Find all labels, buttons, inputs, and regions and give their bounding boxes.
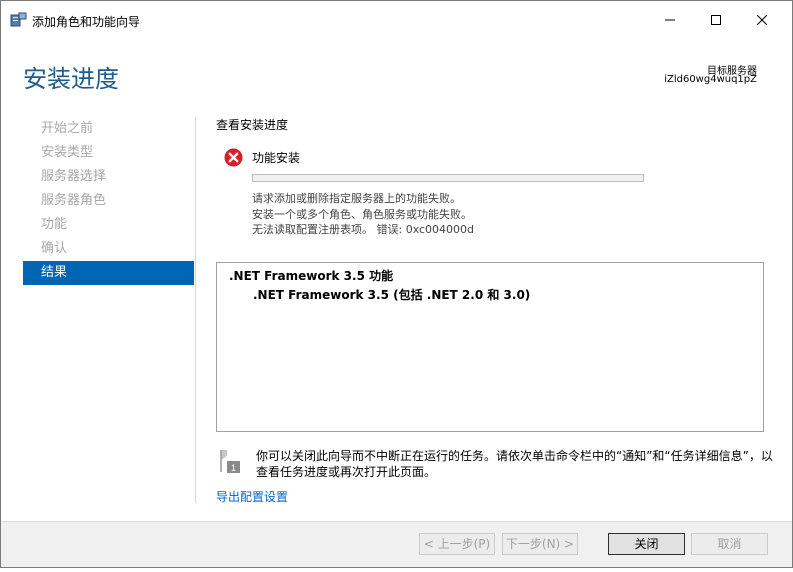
export-config-link[interactable]: 导出配置设置 xyxy=(216,488,288,505)
error-message: 安装一个或多个角色、角色服务或功能失败。 xyxy=(252,208,472,221)
close-icon xyxy=(757,15,767,25)
cancel-button[interactable]: 取消 xyxy=(691,533,768,555)
nav-item-results[interactable]: 结果 xyxy=(23,261,194,285)
close-button[interactable]: 关闭 xyxy=(608,533,685,555)
close-window-button[interactable] xyxy=(739,1,785,39)
nav-item-confirmation[interactable]: 确认 xyxy=(23,237,194,261)
install-progress-bar xyxy=(252,174,644,182)
previous-button[interactable]: < 上一步(P) xyxy=(419,533,495,555)
nav-item-before-you-begin[interactable]: 开始之前 xyxy=(23,117,194,141)
nav-item-server-roles[interactable]: 服务器角色 xyxy=(23,189,194,213)
next-button[interactable]: 下一步(N) > xyxy=(502,533,578,555)
maximize-button[interactable] xyxy=(693,1,739,39)
minimize-icon xyxy=(665,19,675,21)
error-message: 无法读取配置注册表项。 错误: 0xc004000d xyxy=(252,223,475,236)
target-server-name: iZld60wg4wuq1pZ xyxy=(664,74,757,85)
list-item: .NET Framework 3.5 功能 xyxy=(229,269,394,283)
results-list[interactable]: .NET Framework 3.5 功能 .NET Framework 3.5… xyxy=(216,262,764,432)
error-message: 请求添加或删除指定服务器上的功能失败。 xyxy=(252,192,461,205)
section-heading: 查看安装进度 xyxy=(216,118,289,132)
feature-install-label: 功能安装 xyxy=(252,151,301,165)
list-item: .NET Framework 3.5 (包括 .NET 2.0 和 3.0) xyxy=(253,288,531,302)
wizard-nav: 开始之前 安装类型 服务器选择 服务器角色 功能 确认 结果 xyxy=(23,117,194,285)
info-note-text: 你可以关闭此向导而不中断正在运行的任务。请依次单击命令栏中的“通知”和“任务详细… xyxy=(256,449,773,463)
maximize-icon xyxy=(711,15,721,25)
wizard-footer: < 上一步(P) 下一步(N) > 关闭 取消 xyxy=(1,521,792,567)
wizard-window: 添加角色和功能向导 安装进度 目标服务器 iZld60wg4wuq1pZ 开始之… xyxy=(0,0,793,568)
error-icon xyxy=(224,148,243,167)
notification-flag-icon: 1 xyxy=(218,448,242,474)
info-note-text: 查看任务进度或再次打开此页面。 xyxy=(256,465,437,479)
nav-item-server-selection[interactable]: 服务器选择 xyxy=(23,165,194,189)
window-title: 添加角色和功能向导 xyxy=(32,15,141,29)
nav-item-features[interactable]: 功能 xyxy=(23,213,194,237)
title-bar[interactable]: 添加角色和功能向导 xyxy=(1,1,792,39)
minimize-button[interactable] xyxy=(647,1,693,39)
svg-text:1: 1 xyxy=(231,463,236,473)
nav-divider xyxy=(195,117,196,503)
page-title: 安装进度 xyxy=(23,65,119,93)
nav-item-installation-type[interactable]: 安装类型 xyxy=(23,141,194,165)
server-manager-icon xyxy=(10,12,27,27)
